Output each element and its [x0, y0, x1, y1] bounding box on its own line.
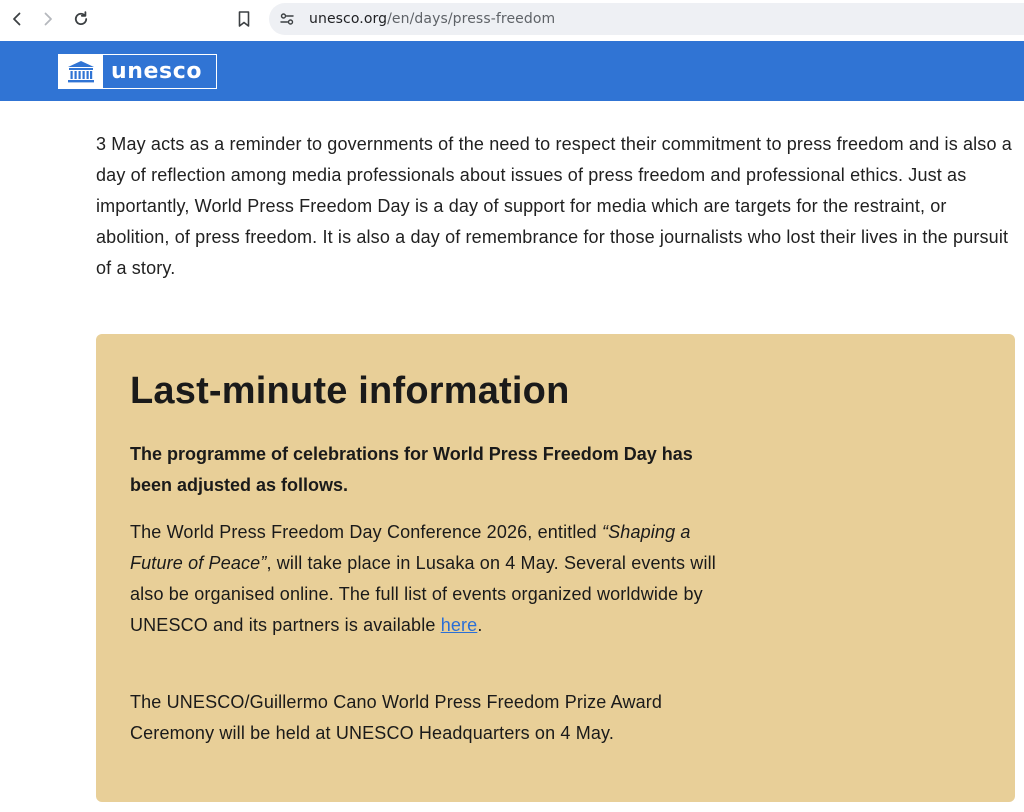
conference-text-end: .	[477, 615, 483, 635]
intro-paragraph: 3 May acts as a reminder to governments …	[96, 134, 1012, 278]
unesco-logo[interactable]: unesco	[58, 54, 217, 89]
site-settings-icon[interactable]	[279, 11, 295, 27]
browser-toolbar: unesco.org/en/days/press-freedom	[0, 0, 1024, 41]
chevron-left-icon	[13, 12, 21, 26]
events-list-link[interactable]: here	[441, 615, 478, 635]
back-button[interactable]	[5, 7, 29, 31]
chevron-right-icon	[44, 12, 52, 26]
last-minute-info-card: Last-minute information The programme of…	[96, 334, 1015, 802]
reload-button[interactable]	[69, 7, 93, 31]
reload-icon	[74, 11, 88, 25]
bookmark-button[interactable]	[232, 7, 256, 31]
url-text[interactable]: unesco.org/en/days/press-freedom	[309, 11, 555, 27]
logo-wordmark: unesco	[111, 59, 203, 84]
conference-text-start: The World Press Freedom Day Conference 2…	[130, 522, 602, 542]
site-header: unesco	[0, 41, 1024, 101]
address-bar[interactable]: unesco.org/en/days/press-freedom	[269, 3, 1024, 35]
prize-ceremony-paragraph: The UNESCO/Guillermo Cano World Press Fr…	[130, 692, 663, 743]
bookmark-icon	[238, 11, 250, 27]
temple-icon	[59, 55, 103, 88]
conference-paragraph: The World Press Freedom Day Conference 2…	[130, 517, 740, 641]
url-domain: unesco.org	[309, 11, 388, 27]
forward-button[interactable]	[36, 7, 60, 31]
info-card-lead: The programme of celebrations for World …	[130, 444, 693, 495]
url-path: /en/days/press-freedom	[387, 11, 556, 27]
info-card-title: Last-minute information	[130, 370, 570, 412]
